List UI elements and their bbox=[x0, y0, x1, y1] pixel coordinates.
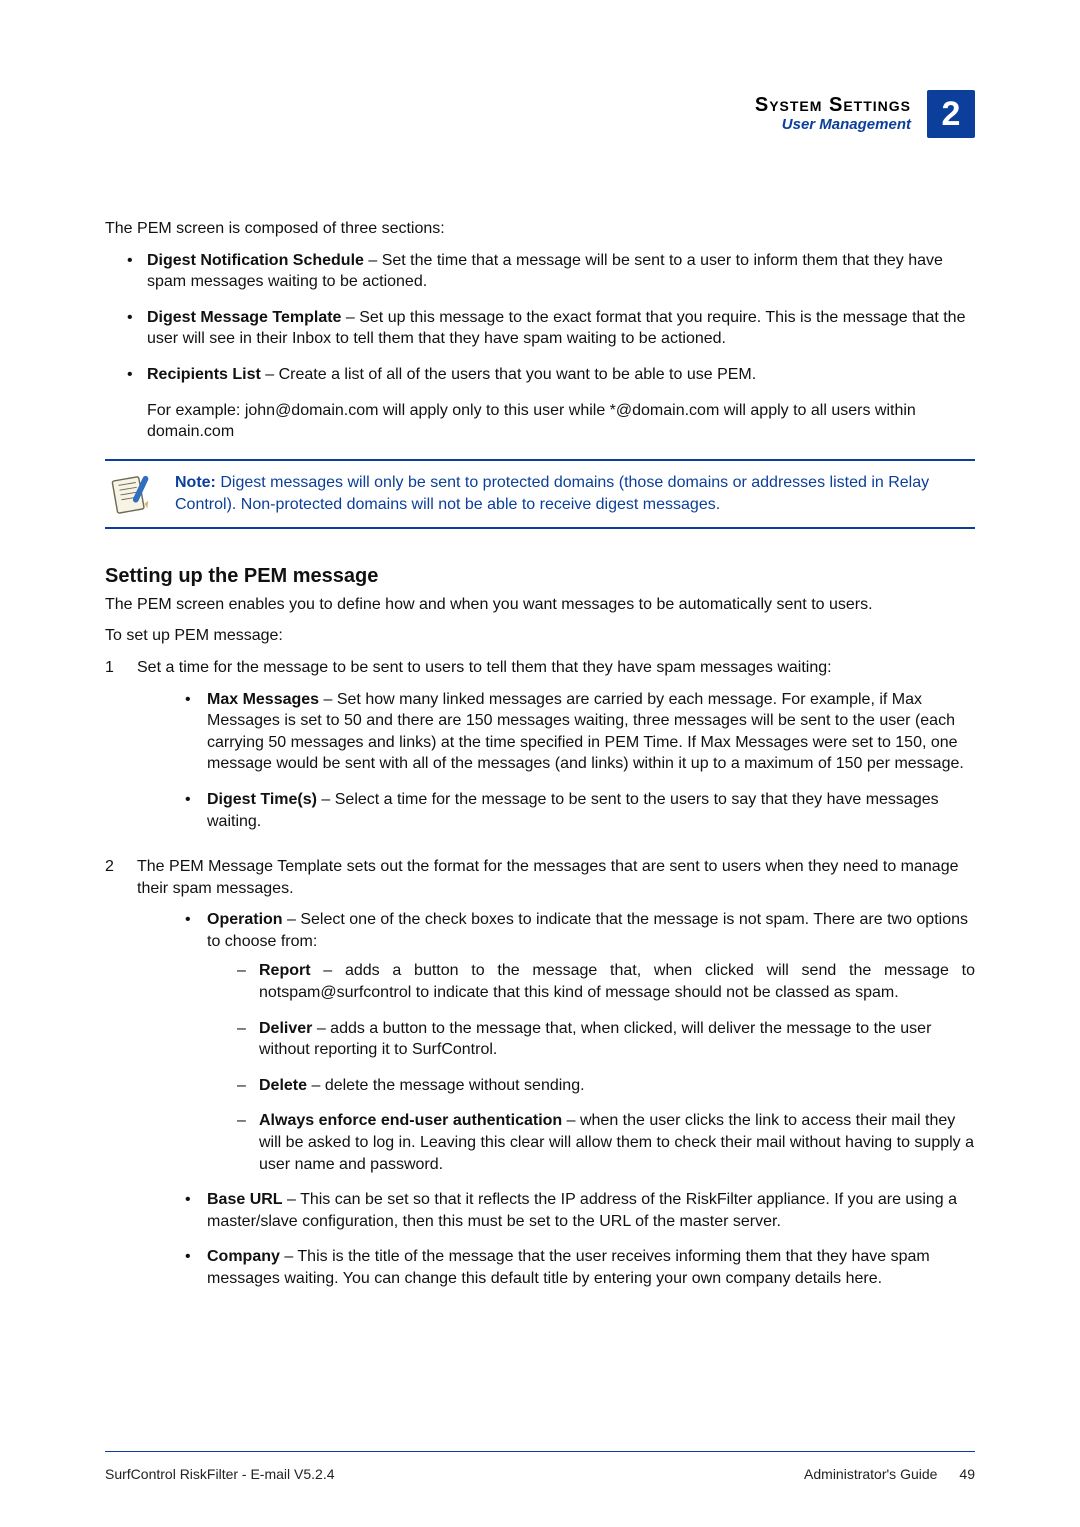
list-item: Max Messages – Set how many linked messa… bbox=[185, 689, 975, 775]
operation-options: Report – adds a button to the message th… bbox=[207, 960, 975, 1175]
term-desc: – Select one of the check boxes to indic… bbox=[207, 911, 968, 950]
recipients-example: For example: john@domain.com will apply … bbox=[147, 400, 975, 443]
page-footer: SurfControl RiskFilter - E-mail V5.2.4 A… bbox=[105, 1466, 975, 1482]
procedure-lead: To set up PEM message: bbox=[105, 625, 975, 647]
footer-rule bbox=[105, 1451, 975, 1452]
term: Always enforce end-user authentication bbox=[259, 1112, 562, 1129]
note-text: Note: Digest messages will only be sent … bbox=[175, 472, 971, 515]
list-item: Digest Time(s) – Select a time for the m… bbox=[185, 789, 975, 832]
term: Delete bbox=[259, 1077, 307, 1094]
heading-intro: The PEM screen enables you to define how… bbox=[105, 594, 975, 616]
list-item: Operation – Select one of the check boxe… bbox=[185, 909, 975, 1175]
list-item: Deliver – adds a button to the message t… bbox=[237, 1018, 975, 1061]
term: Operation bbox=[207, 911, 283, 928]
page-number: 49 bbox=[959, 1466, 975, 1482]
sections-list: Digest Notification Schedule – Set the t… bbox=[105, 250, 975, 443]
term-desc: – This can be set so that it reflects th… bbox=[207, 1191, 957, 1230]
term-desc: – Set how many linked messages are carri… bbox=[207, 691, 964, 773]
list-item: Digest Message Template – Set up this me… bbox=[127, 307, 975, 350]
section-title: System Settings bbox=[755, 94, 911, 116]
term-desc: – Select a time for the message to be se… bbox=[207, 791, 939, 830]
step-1-subitems: Max Messages – Set how many linked messa… bbox=[137, 689, 975, 833]
step-2-subitems: Operation – Select one of the check boxe… bbox=[137, 909, 975, 1289]
step-2: 2 The PEM Message Template sets out the … bbox=[105, 856, 975, 1304]
note-callout: Note: Digest messages will only be sent … bbox=[105, 459, 975, 529]
term: Max Messages bbox=[207, 691, 319, 708]
step-1: 1 Set a time for the message to be sent … bbox=[105, 657, 975, 846]
term: Recipients List bbox=[147, 366, 261, 383]
term-desc: – adds a button to the message that, whe… bbox=[259, 962, 975, 1001]
step-text: The PEM Message Template sets out the fo… bbox=[137, 858, 958, 897]
list-item: Report – adds a button to the message th… bbox=[237, 960, 975, 1003]
step-number: 2 bbox=[105, 856, 123, 1304]
footer-guide-name: Administrator's Guide bbox=[804, 1466, 937, 1482]
term-desc: – This is the title of the message that … bbox=[207, 1248, 930, 1287]
chapter-number-badge: 2 bbox=[927, 90, 975, 138]
note-label: Note: bbox=[175, 474, 220, 491]
step-number: 1 bbox=[105, 657, 123, 846]
term: Digest Notification Schedule bbox=[147, 252, 364, 269]
intro-paragraph: The PEM screen is composed of three sect… bbox=[105, 218, 975, 240]
list-item: Base URL – This can be set so that it re… bbox=[185, 1189, 975, 1232]
heading-setting-up-pem: Setting up the PEM message bbox=[105, 563, 975, 590]
section-subtitle: User Management bbox=[755, 116, 911, 134]
footer-right: Administrator's Guide 49 bbox=[804, 1466, 975, 1482]
page-container: System Settings User Management 2 The PE… bbox=[0, 0, 1080, 1527]
list-item: Digest Notification Schedule – Set the t… bbox=[127, 250, 975, 293]
step-body: Set a time for the message to be sent to… bbox=[137, 657, 975, 846]
list-item: Company – This is the title of the messa… bbox=[185, 1246, 975, 1289]
term: Company bbox=[207, 1248, 280, 1265]
term: Deliver bbox=[259, 1020, 312, 1037]
note-icon bbox=[109, 471, 155, 517]
list-item: Always enforce end-user authentication –… bbox=[237, 1110, 975, 1175]
term-desc: – Create a list of all of the users that… bbox=[261, 366, 756, 383]
body-content: The PEM screen is composed of three sect… bbox=[105, 218, 975, 1304]
term: Base URL bbox=[207, 1191, 283, 1208]
term-desc: – adds a button to the message that, whe… bbox=[259, 1020, 931, 1059]
term: Digest Message Template bbox=[147, 309, 341, 326]
note-body: Digest messages will only be sent to pro… bbox=[175, 474, 929, 513]
step-body: The PEM Message Template sets out the fo… bbox=[137, 856, 975, 1304]
term: Report bbox=[259, 962, 311, 979]
list-item: Delete – delete the message without send… bbox=[237, 1075, 975, 1097]
term-desc: – delete the message without sending. bbox=[307, 1077, 585, 1094]
step-text: Set a time for the message to be sent to… bbox=[137, 659, 832, 676]
footer-product: SurfControl RiskFilter - E-mail V5.2.4 bbox=[105, 1466, 335, 1482]
header-text-block: System Settings User Management bbox=[755, 94, 911, 134]
page-header: System Settings User Management 2 bbox=[105, 90, 975, 138]
list-item: Recipients List – Create a list of all o… bbox=[127, 364, 975, 443]
term: Digest Time(s) bbox=[207, 791, 317, 808]
